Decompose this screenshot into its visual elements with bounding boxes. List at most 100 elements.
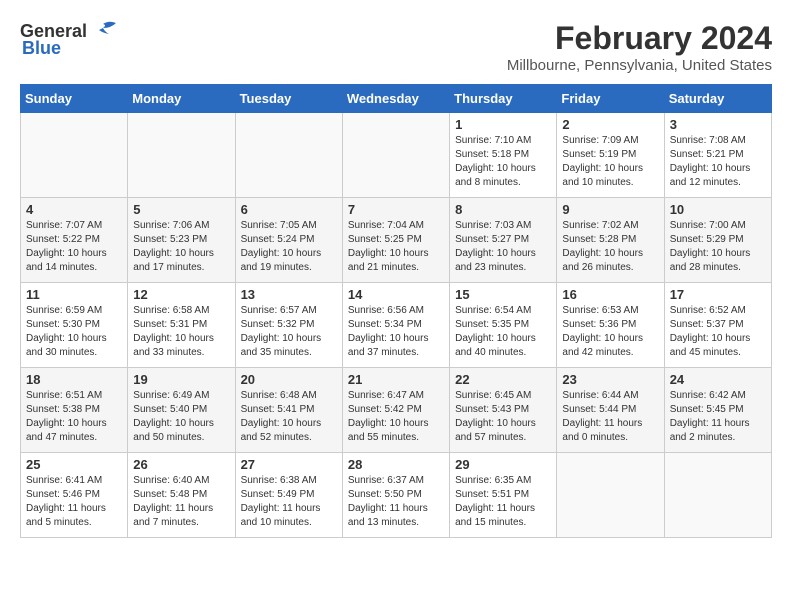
calendar-cell: 16 Sunrise: 6:53 AM Sunset: 5:36 PM Dayli… [557, 283, 664, 368]
calendar-subtitle: Millbourne, Pennsylvania, United States [507, 57, 772, 74]
day-number: 15 [455, 287, 551, 302]
day-number: 25 [26, 457, 122, 472]
calendar-cell [664, 453, 771, 538]
header-wednesday: Wednesday [342, 85, 449, 113]
day-info: Sunrise: 7:09 AM Sunset: 5:19 PM Dayligh… [562, 134, 658, 190]
day-number: 22 [455, 372, 551, 387]
day-info: Sunrise: 6:47 AM Sunset: 5:42 PM Dayligh… [348, 389, 444, 445]
day-info: Sunrise: 7:04 AM Sunset: 5:25 PM Dayligh… [348, 219, 444, 275]
header-thursday: Thursday [450, 85, 557, 113]
day-info: Sunrise: 6:56 AM Sunset: 5:34 PM Dayligh… [348, 304, 444, 360]
calendar-cell [235, 113, 342, 198]
day-info: Sunrise: 6:37 AM Sunset: 5:50 PM Dayligh… [348, 474, 444, 530]
day-info: Sunrise: 6:52 AM Sunset: 5:37 PM Dayligh… [670, 304, 766, 360]
day-info: Sunrise: 6:54 AM Sunset: 5:35 PM Dayligh… [455, 304, 551, 360]
calendar-cell: 20 Sunrise: 6:48 AM Sunset: 5:41 PM Dayli… [235, 368, 342, 453]
day-number: 27 [241, 457, 337, 472]
header-saturday: Saturday [664, 85, 771, 113]
calendar-cell: 9Sunrise: 7:02 AM Sunset: 5:28 PM Daylig… [557, 198, 664, 283]
calendar-title: February 2024 [507, 20, 772, 57]
calendar-cell [128, 113, 235, 198]
calendar-cell: 11 Sunrise: 6:59 AM Sunset: 5:30 PM Dayli… [21, 283, 128, 368]
calendar-cell [557, 453, 664, 538]
calendar-cell: 26 Sunrise: 6:40 AM Sunset: 5:48 PM Dayli… [128, 453, 235, 538]
day-number: 5 [133, 202, 229, 217]
calendar-cell: 15 Sunrise: 6:54 AM Sunset: 5:35 PM Dayli… [450, 283, 557, 368]
day-number: 20 [241, 372, 337, 387]
day-info: Sunrise: 6:44 AM Sunset: 5:44 PM Dayligh… [562, 389, 658, 445]
day-number: 28 [348, 457, 444, 472]
day-number: 14 [348, 287, 444, 302]
calendar-table: SundayMondayTuesdayWednesdayThursdayFrid… [20, 84, 772, 538]
day-number: 13 [241, 287, 337, 302]
day-number: 6 [241, 202, 337, 217]
logo-blue-text: Blue [22, 38, 61, 59]
calendar-cell: 13 Sunrise: 6:57 AM Sunset: 5:32 PM Dayli… [235, 283, 342, 368]
day-info: Sunrise: 7:07 AM Sunset: 5:22 PM Dayligh… [26, 219, 122, 275]
day-info: Sunrise: 6:35 AM Sunset: 5:51 PM Dayligh… [455, 474, 551, 530]
day-number: 12 [133, 287, 229, 302]
calendar-cell: 27 Sunrise: 6:38 AM Sunset: 5:49 PM Dayli… [235, 453, 342, 538]
calendar-cell: 17 Sunrise: 6:52 AM Sunset: 5:37 PM Dayli… [664, 283, 771, 368]
calendar-cell: 25 Sunrise: 6:41 AM Sunset: 5:46 PM Dayli… [21, 453, 128, 538]
calendar-cell: 8 Sunrise: 7:03 AM Sunset: 5:27 PM Daylig… [450, 198, 557, 283]
day-info: Sunrise: 6:45 AM Sunset: 5:43 PM Dayligh… [455, 389, 551, 445]
calendar-cell: 18Sunrise: 6:51 AM Sunset: 5:38 PM Dayli… [21, 368, 128, 453]
day-number: 24 [670, 372, 766, 387]
calendar-cell: 7 Sunrise: 7:04 AM Sunset: 5:25 PM Daylig… [342, 198, 449, 283]
day-info: Sunrise: 6:57 AM Sunset: 5:32 PM Dayligh… [241, 304, 337, 360]
day-info: Sunrise: 6:40 AM Sunset: 5:48 PM Dayligh… [133, 474, 229, 530]
calendar-cell: 23 Sunrise: 6:44 AM Sunset: 5:44 PM Dayli… [557, 368, 664, 453]
calendar-cell: 21 Sunrise: 6:47 AM Sunset: 5:42 PM Dayli… [342, 368, 449, 453]
calendar-cell: 28 Sunrise: 6:37 AM Sunset: 5:50 PM Dayli… [342, 453, 449, 538]
calendar-cell: 29 Sunrise: 6:35 AM Sunset: 5:51 PM Dayli… [450, 453, 557, 538]
header-friday: Friday [557, 85, 664, 113]
day-info: Sunrise: 6:49 AM Sunset: 5:40 PM Dayligh… [133, 389, 229, 445]
day-info: Sunrise: 6:38 AM Sunset: 5:49 PM Dayligh… [241, 474, 337, 530]
calendar-week-2: 11 Sunrise: 6:59 AM Sunset: 5:30 PM Dayli… [21, 283, 772, 368]
calendar-cell: 24 Sunrise: 6:42 AM Sunset: 5:45 PM Dayli… [664, 368, 771, 453]
header-monday: Monday [128, 85, 235, 113]
day-number: 1 [455, 117, 551, 132]
day-info: Sunrise: 7:02 AM Sunset: 5:28 PM Dayligh… [562, 219, 658, 275]
day-info: Sunrise: 7:05 AM Sunset: 5:24 PM Dayligh… [241, 219, 337, 275]
day-number: 23 [562, 372, 658, 387]
calendar-cell: 14 Sunrise: 6:56 AM Sunset: 5:34 PM Dayli… [342, 283, 449, 368]
calendar-cell: 3Sunrise: 7:08 AM Sunset: 5:21 PM Daylig… [664, 113, 771, 198]
day-number: 18 [26, 372, 122, 387]
day-number: 3 [670, 117, 766, 132]
day-number: 8 [455, 202, 551, 217]
day-number: 17 [670, 287, 766, 302]
day-info: Sunrise: 6:48 AM Sunset: 5:41 PM Dayligh… [241, 389, 337, 445]
calendar-week-1: 4 Sunrise: 7:07 AM Sunset: 5:22 PM Daylig… [21, 198, 772, 283]
day-info: Sunrise: 6:41 AM Sunset: 5:46 PM Dayligh… [26, 474, 122, 530]
day-info: Sunrise: 7:03 AM Sunset: 5:27 PM Dayligh… [455, 219, 551, 275]
day-info: Sunrise: 6:53 AM Sunset: 5:36 PM Dayligh… [562, 304, 658, 360]
calendar-week-0: 1 Sunrise: 7:10 AM Sunset: 5:18 PM Daylig… [21, 113, 772, 198]
logo-bird-icon [89, 20, 117, 42]
calendar-cell: 2Sunrise: 7:09 AM Sunset: 5:19 PM Daylig… [557, 113, 664, 198]
calendar-week-3: 18Sunrise: 6:51 AM Sunset: 5:38 PM Dayli… [21, 368, 772, 453]
day-number: 26 [133, 457, 229, 472]
header-sunday: Sunday [21, 85, 128, 113]
calendar-cell: 22 Sunrise: 6:45 AM Sunset: 5:43 PM Dayli… [450, 368, 557, 453]
calendar-week-4: 25 Sunrise: 6:41 AM Sunset: 5:46 PM Dayli… [21, 453, 772, 538]
day-number: 7 [348, 202, 444, 217]
calendar-cell: 10Sunrise: 7:00 AM Sunset: 5:29 PM Dayli… [664, 198, 771, 283]
day-info: Sunrise: 6:42 AM Sunset: 5:45 PM Dayligh… [670, 389, 766, 445]
header-tuesday: Tuesday [235, 85, 342, 113]
calendar-cell [21, 113, 128, 198]
day-number: 16 [562, 287, 658, 302]
day-info: Sunrise: 7:06 AM Sunset: 5:23 PM Dayligh… [133, 219, 229, 275]
day-number: 4 [26, 202, 122, 217]
day-number: 29 [455, 457, 551, 472]
calendar-cell: 12 Sunrise: 6:58 AM Sunset: 5:31 PM Dayli… [128, 283, 235, 368]
day-number: 21 [348, 372, 444, 387]
day-info: Sunrise: 6:59 AM Sunset: 5:30 PM Dayligh… [26, 304, 122, 360]
day-number: 11 [26, 287, 122, 302]
day-info: Sunrise: 6:58 AM Sunset: 5:31 PM Dayligh… [133, 304, 229, 360]
day-number: 10 [670, 202, 766, 217]
calendar-cell: 5 Sunrise: 7:06 AM Sunset: 5:23 PM Daylig… [128, 198, 235, 283]
calendar-cell: 1 Sunrise: 7:10 AM Sunset: 5:18 PM Daylig… [450, 113, 557, 198]
day-info: Sunrise: 7:10 AM Sunset: 5:18 PM Dayligh… [455, 134, 551, 190]
